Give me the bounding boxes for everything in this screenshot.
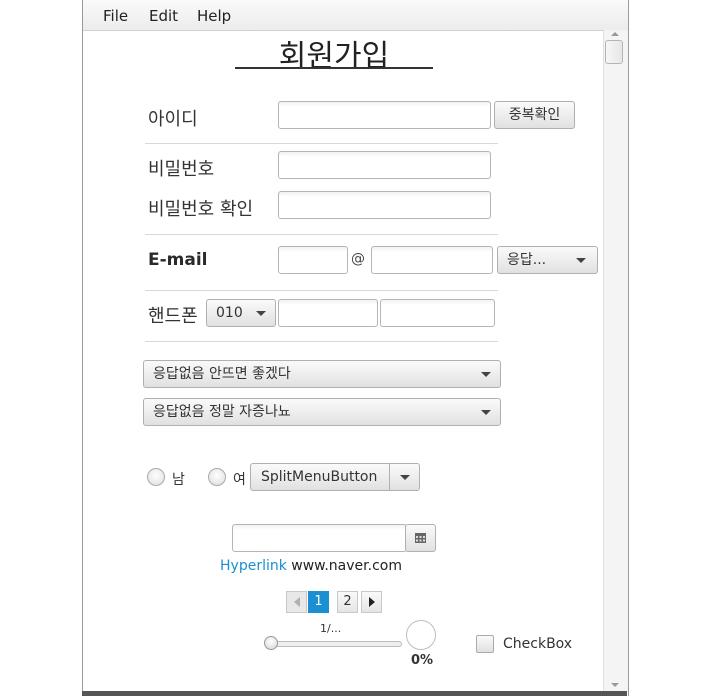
phone-middle-input[interactable]	[278, 299, 378, 327]
phone-prefix-value: 010	[216, 305, 243, 321]
pagination-next-button[interactable]	[361, 591, 382, 613]
id-label: 아이디	[148, 109, 198, 130]
chevron-down-icon	[256, 311, 266, 316]
app-window: File Edit Help 회원가입 아이디 중복확인 비밀번호 비밀번호 확…	[82, 0, 629, 696]
email-user-input[interactable]	[278, 246, 348, 274]
radio-male[interactable]	[147, 468, 165, 486]
checkbox-label: CheckBox	[503, 636, 573, 652]
split-menu-button[interactable]: SplitMenuButton	[250, 463, 390, 491]
hyperlink-row: Hyperlink www.naver.com	[220, 558, 402, 574]
divider	[145, 341, 498, 342]
combo-box-2[interactable]: 응답없음 정말 자증나뇨	[143, 398, 501, 426]
slider-thumb[interactable]	[264, 636, 278, 650]
progress-indicator	[406, 620, 436, 650]
split-menu-arrow-button[interactable]	[389, 463, 420, 491]
password-label: 비밀번호	[148, 159, 215, 180]
menu-help[interactable]: Help	[197, 7, 231, 25]
chevron-down-icon	[576, 258, 586, 263]
email-at-sign: @	[351, 251, 365, 267]
combo-box-2-value: 응답없음 정말 자증나뇨	[153, 404, 291, 420]
radio-male-label: 남	[172, 472, 185, 488]
menu-bar: File Edit Help	[83, 0, 628, 31]
id-input[interactable]	[278, 101, 491, 129]
calendar-icon	[415, 533, 426, 543]
email-label: E-mail	[148, 250, 208, 270]
window-bottom-edge	[82, 691, 627, 696]
divider	[145, 143, 498, 144]
date-input[interactable]	[232, 524, 407, 552]
email-domain-input[interactable]	[371, 246, 493, 274]
scroll-up-icon[interactable]	[611, 32, 619, 36]
chevron-down-icon	[400, 475, 410, 480]
email-domain-combo[interactable]: 응답...	[497, 246, 598, 274]
scrollbar-thumb[interactable]	[605, 40, 623, 64]
pagination-prev-button[interactable]	[286, 591, 307, 613]
phone-label: 핸드폰	[148, 306, 198, 327]
radio-female-label: 여	[233, 472, 246, 488]
pagination-page-2[interactable]: 2	[337, 591, 358, 613]
combo-box-1-value: 응답없음 안뜨면 좋겠다	[153, 366, 291, 382]
phone-prefix-combo[interactable]: 010	[206, 299, 276, 327]
password-confirm-label: 비밀번호 확인	[148, 199, 254, 220]
hyperlink-url-text: www.naver.com	[291, 558, 402, 574]
title-underline	[235, 67, 433, 69]
radio-female[interactable]	[208, 468, 226, 486]
email-domain-combo-value: 응답...	[507, 252, 547, 268]
scroll-down-icon[interactable]	[611, 683, 619, 687]
chevron-left-icon	[293, 597, 300, 607]
pagination-page-1[interactable]: 1	[308, 591, 329, 613]
chevron-right-icon	[368, 597, 375, 607]
divider	[145, 234, 498, 235]
chevron-down-icon	[481, 410, 491, 415]
duplicate-check-button[interactable]: 중복확인	[494, 101, 575, 129]
password-confirm-input[interactable]	[278, 191, 491, 219]
divider	[145, 290, 498, 291]
calendar-button[interactable]	[405, 524, 436, 552]
checkbox[interactable]	[476, 635, 494, 653]
slider-track[interactable]	[266, 641, 402, 647]
menu-file[interactable]: File	[103, 7, 128, 25]
phone-last-input[interactable]	[380, 299, 495, 327]
hyperlink[interactable]: Hyperlink	[220, 558, 287, 574]
progress-label: 0%	[411, 653, 434, 668]
password-input[interactable]	[278, 151, 491, 179]
vertical-scrollbar[interactable]	[603, 30, 628, 692]
slider-label: 1/...	[320, 622, 342, 635]
menu-edit[interactable]: Edit	[149, 7, 178, 25]
chevron-down-icon	[481, 372, 491, 377]
combo-box-1[interactable]: 응답없음 안뜨면 좋겠다	[143, 360, 501, 388]
